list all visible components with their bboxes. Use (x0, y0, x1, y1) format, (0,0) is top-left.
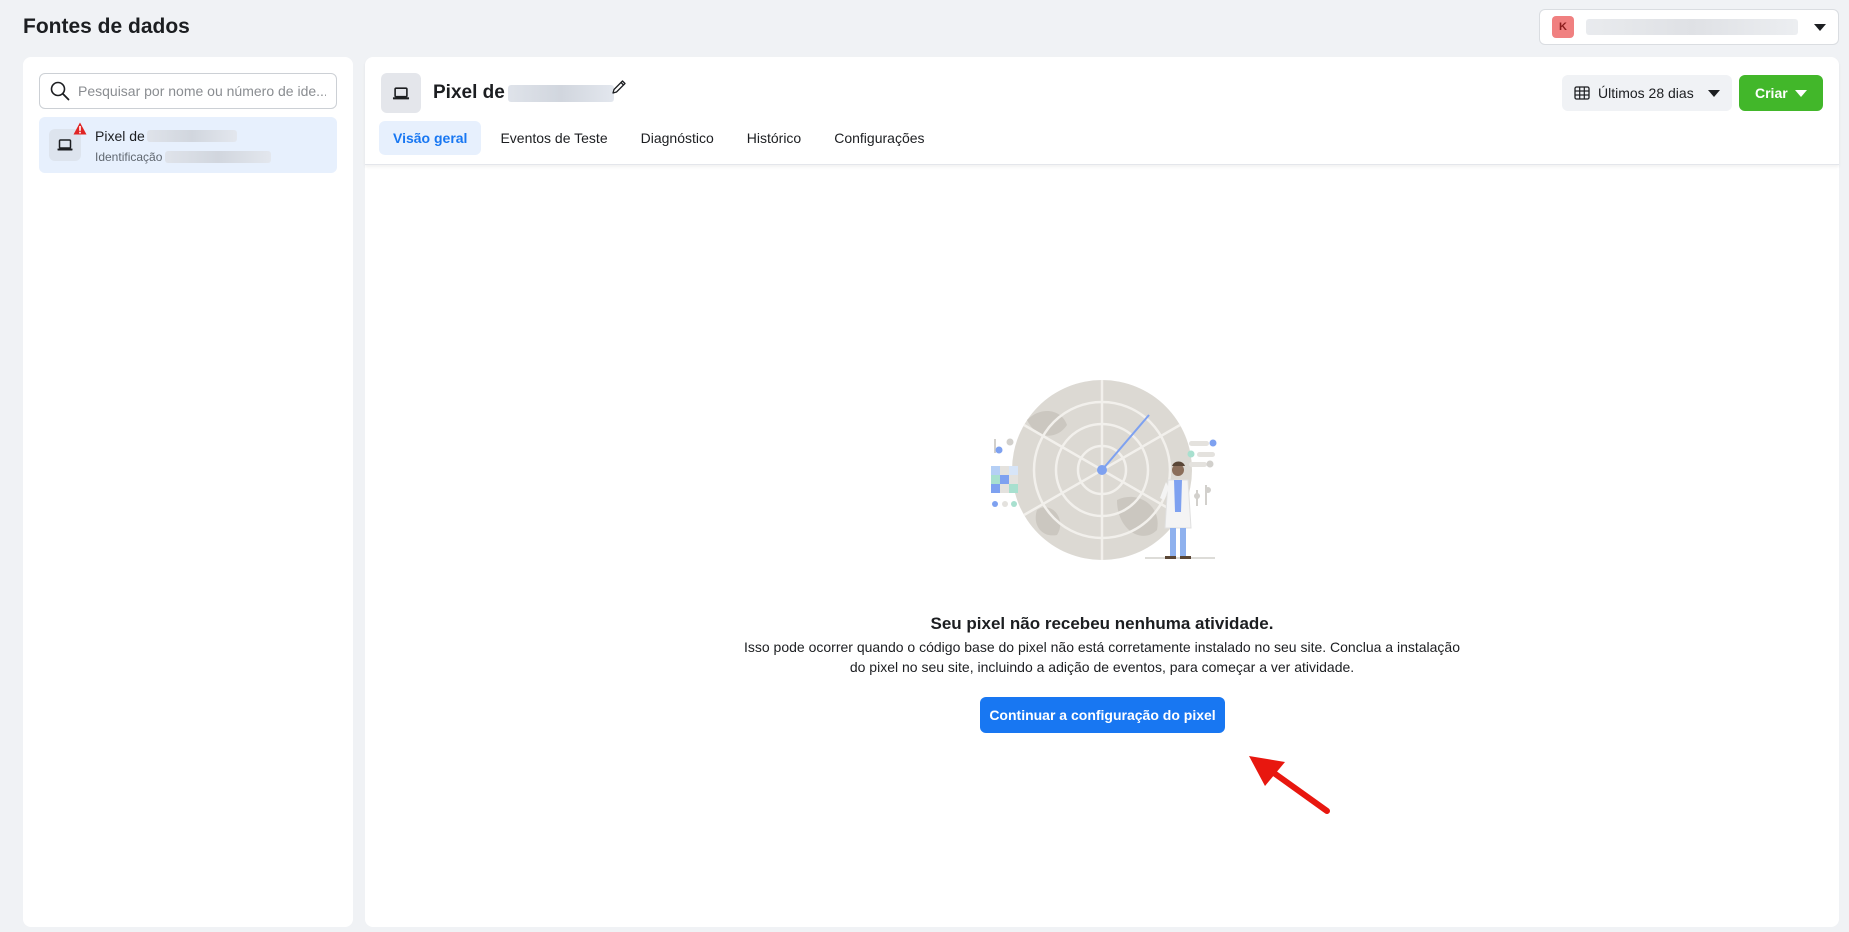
date-range-button[interactable]: Últimos 28 dias (1562, 75, 1732, 111)
continue-setup-button[interactable]: Continuar a configuração do pixel (980, 697, 1225, 733)
source-name-redacted (146, 130, 237, 142)
source-name: Pixel de (95, 128, 237, 144)
account-name-redacted (1586, 19, 1798, 35)
account-selector[interactable]: K (1539, 9, 1839, 45)
source-id: Identificação (95, 150, 272, 164)
source-name-label: Pixel de (95, 128, 145, 144)
source-id-redacted (165, 151, 272, 163)
pixel-header: Pixel de Últimos 28 dias Criar Visão ger… (365, 57, 1839, 165)
chevron-down-icon (1795, 89, 1807, 97)
pencil-icon[interactable] (611, 79, 627, 95)
search-box[interactable] (39, 73, 337, 109)
pixel-title: Pixel de (433, 82, 614, 104)
date-range-label: Últimos 28 dias (1598, 85, 1694, 101)
create-button[interactable]: Criar (1739, 75, 1823, 111)
data-sources-sidebar: Pixel de Identificação (23, 57, 353, 927)
pixel-name-redacted (507, 84, 614, 102)
account-avatar: K (1552, 16, 1574, 38)
tab-settings[interactable]: Configurações (820, 121, 938, 155)
tab-bar: Visão geral Eventos de Teste Diagnóstico… (379, 121, 944, 155)
chevron-down-icon (1708, 89, 1720, 97)
search-input[interactable] (78, 83, 326, 99)
radar-illustration (991, 380, 1217, 560)
tab-history[interactable]: Histórico (733, 121, 815, 155)
calendar-table-icon (1574, 86, 1590, 100)
search-icon (50, 81, 70, 101)
tab-diagnostics[interactable]: Diagnóstico (627, 121, 728, 155)
page-title: Fontes de dados (23, 15, 190, 38)
tab-test-events[interactable]: Eventos de Teste (486, 121, 621, 155)
tab-overview[interactable]: Visão geral (379, 121, 482, 155)
pixel-title-label: Pixel de (433, 82, 505, 103)
create-button-label: Criar (1755, 85, 1788, 101)
red-arrow-annotation (1249, 756, 1330, 814)
source-id-label: Identificação (95, 150, 163, 164)
chevron-down-icon (1814, 23, 1826, 31)
pixel-detail-panel: Pixel de Últimos 28 dias Criar Visão ger… (365, 57, 1839, 927)
laptop-icon (381, 73, 421, 113)
empty-state-title: Seu pixel não recebeu nenhuma atividade. (930, 614, 1274, 633)
sidebar-item-pixel[interactable]: Pixel de Identificação (39, 117, 337, 173)
warning-icon (73, 122, 87, 135)
empty-state-description: Isso pode ocorrer quando o código base d… (743, 639, 1461, 675)
